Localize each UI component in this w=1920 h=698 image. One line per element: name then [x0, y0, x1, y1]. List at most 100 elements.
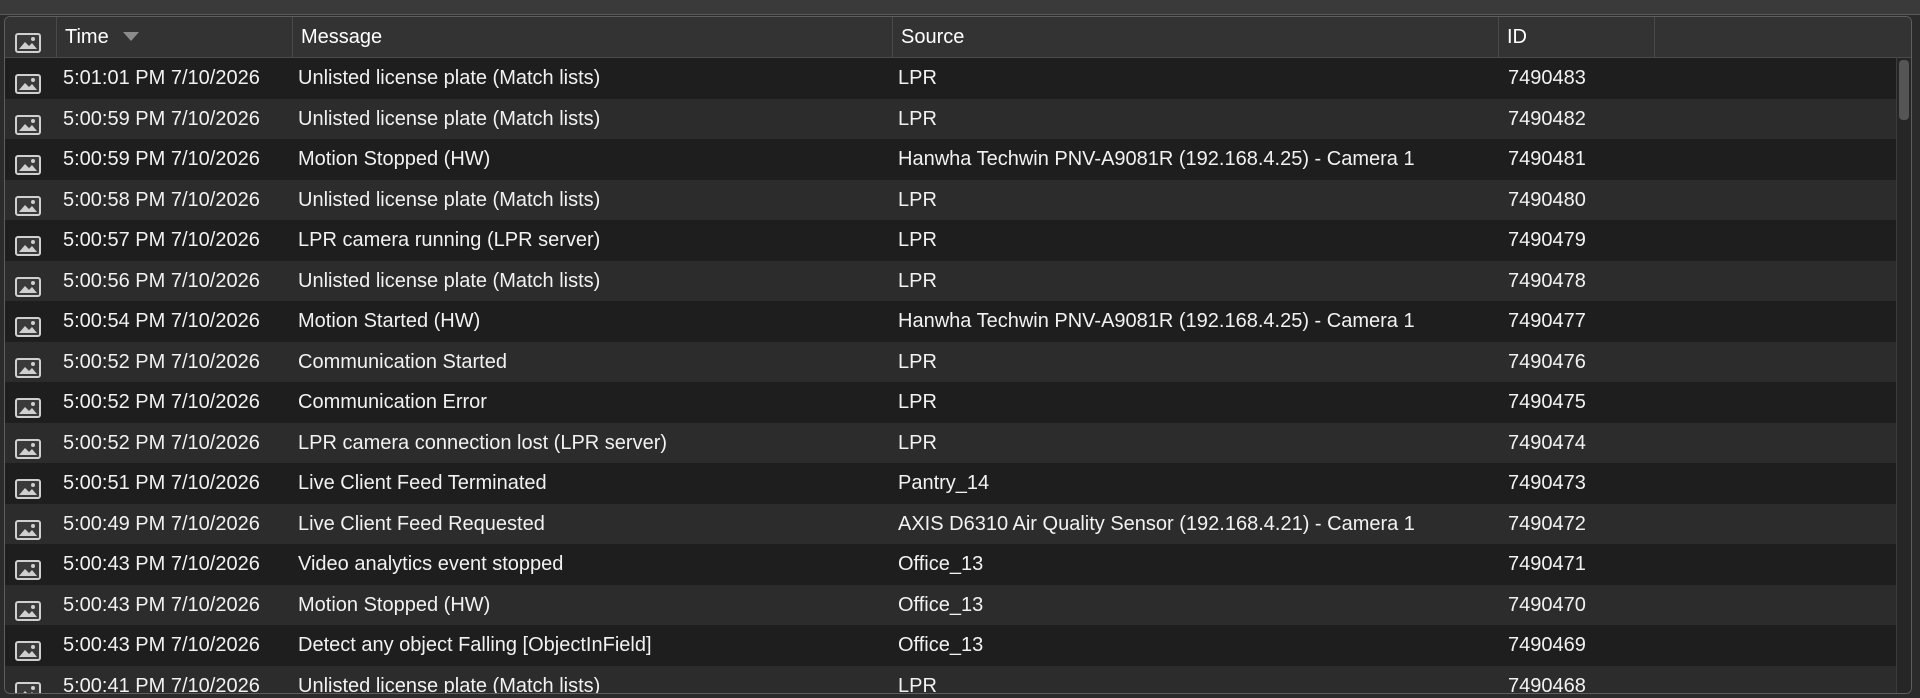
row-message: Unlisted license plate (Match lists) [298, 108, 601, 130]
vertical-scrollbar[interactable] [1896, 58, 1911, 693]
row-message: Detect any object Falling [ObjectInField… [298, 634, 652, 656]
row-time: 5:00:43 PM 7/10/2026 [63, 553, 260, 575]
table-header: Time Message Source ID [5, 17, 1911, 58]
table-row[interactable]: 5:00:51 PM 7/10/2026 Live Client Feed Ter… [5, 463, 1911, 503]
row-message: Unlisted license plate (Match lists) [298, 67, 601, 89]
image-icon [15, 473, 41, 499]
table-row[interactable]: 5:00:52 PM 7/10/2026 Communication Error L… [5, 382, 1911, 422]
row-message: LPR camera connection lost (LPR server) [298, 432, 668, 454]
row-time: 5:00:57 PM 7/10/2026 [63, 229, 260, 251]
table-row[interactable]: 5:00:52 PM 7/10/2026 LPR camera connectio… [5, 423, 1911, 463]
image-icon [15, 271, 41, 297]
row-source: LPR [898, 675, 937, 694]
row-id: 7490470 [1508, 594, 1586, 616]
row-id: 7490479 [1508, 229, 1586, 251]
image-icon [15, 27, 41, 53]
table-row[interactable]: 5:00:43 PM 7/10/2026 Motion Stopped (HW) O… [5, 585, 1911, 625]
row-source: Hanwha Techwin PNV-A9081R (192.168.4.25)… [898, 310, 1415, 332]
row-message: Unlisted license plate (Match lists) [298, 270, 601, 292]
row-source: Office_13 [898, 553, 984, 575]
row-source: Pantry_14 [898, 472, 990, 494]
row-id: 7490478 [1508, 270, 1586, 292]
top-strip [0, 0, 1920, 15]
row-image-cell[interactable] [5, 666, 57, 693]
row-image-cell[interactable] [5, 58, 57, 98]
table-row[interactable]: 5:00:59 PM 7/10/2026 Unlisted license pla… [5, 99, 1911, 139]
image-icon [15, 433, 41, 459]
row-source: Hanwha Techwin PNV-A9081R (192.168.4.25)… [898, 148, 1415, 170]
row-time: 5:00:58 PM 7/10/2026 [63, 189, 260, 211]
row-image-cell[interactable] [5, 382, 57, 422]
row-time: 5:01:01 PM 7/10/2026 [63, 67, 260, 89]
row-id: 7490477 [1508, 310, 1586, 332]
row-id: 7490473 [1508, 472, 1586, 494]
row-image-cell[interactable] [5, 342, 57, 382]
row-time: 5:00:43 PM 7/10/2026 [63, 594, 260, 616]
image-icon [15, 352, 41, 378]
scrollbar-thumb[interactable] [1899, 60, 1909, 120]
row-image-cell[interactable] [5, 220, 57, 260]
row-message: Unlisted license plate (Match lists) [298, 189, 601, 211]
image-icon [15, 595, 41, 621]
image-icon [15, 190, 41, 216]
row-message: Motion Started (HW) [298, 310, 481, 332]
table-row[interactable]: 5:00:56 PM 7/10/2026 Unlisted license pla… [5, 261, 1911, 301]
row-source: AXIS D6310 Air Quality Sensor (192.168.4… [898, 513, 1415, 535]
table-row[interactable]: 5:01:01 PM 7/10/2026 Unlisted license pla… [5, 58, 1911, 98]
header-time[interactable]: Time [57, 17, 293, 57]
row-image-cell[interactable] [5, 625, 57, 665]
row-image-cell[interactable] [5, 585, 57, 625]
row-image-cell[interactable] [5, 504, 57, 544]
row-message: Motion Stopped (HW) [298, 594, 491, 616]
row-time: 5:00:52 PM 7/10/2026 [63, 351, 260, 373]
table-row[interactable]: 5:00:57 PM 7/10/2026 LPR camera running (… [5, 220, 1911, 260]
image-icon [15, 311, 41, 337]
row-message: Communication Started [298, 351, 507, 373]
row-id: 7490481 [1508, 148, 1586, 170]
row-source: LPR [898, 229, 937, 251]
row-message: Live Client Feed Requested [298, 513, 545, 535]
row-image-cell[interactable] [5, 423, 57, 463]
header-image-column[interactable] [5, 17, 57, 57]
row-id: 7490480 [1508, 189, 1586, 211]
row-id: 7490468 [1508, 675, 1586, 694]
row-source: LPR [898, 351, 937, 373]
table-row[interactable]: 5:00:54 PM 7/10/2026 Motion Started (HW) H… [5, 301, 1911, 341]
table-row[interactable]: 5:00:59 PM 7/10/2026 Motion Stopped (HW) H… [5, 139, 1911, 179]
header-source[interactable]: Source [893, 17, 1499, 57]
table-row[interactable]: 5:00:43 PM 7/10/2026 Detect any object Fa… [5, 625, 1911, 665]
header-message[interactable]: Message [293, 17, 893, 57]
row-source: LPR [898, 108, 937, 130]
row-id: 7490482 [1508, 108, 1586, 130]
table-row[interactable]: 5:00:49 PM 7/10/2026 Live Client Feed Req… [5, 504, 1911, 544]
header-id[interactable]: ID [1499, 17, 1655, 57]
table-row[interactable]: 5:00:41 PM 7/10/2026 Unlisted license pla… [5, 666, 1911, 694]
header-time-label: Time [65, 26, 109, 48]
row-image-cell[interactable] [5, 463, 57, 503]
table-row[interactable]: 5:00:58 PM 7/10/2026 Unlisted license pla… [5, 180, 1911, 220]
row-time: 5:00:59 PM 7/10/2026 [63, 148, 260, 170]
table-row[interactable]: 5:00:52 PM 7/10/2026 Communication Starte… [5, 342, 1911, 382]
row-time: 5:00:43 PM 7/10/2026 [63, 634, 260, 656]
event-list-window: Time Message Source ID 5:01:01 PM 7/10/2… [0, 0, 1920, 698]
image-icon [15, 392, 41, 418]
row-image-cell[interactable] [5, 139, 57, 179]
event-table: Time Message Source ID 5:01:01 PM 7/10/2… [4, 16, 1912, 694]
image-icon [15, 514, 41, 540]
row-source: LPR [898, 189, 937, 211]
row-source: Office_13 [898, 594, 984, 616]
row-time: 5:00:41 PM 7/10/2026 [63, 675, 260, 694]
row-time: 5:00:59 PM 7/10/2026 [63, 108, 260, 130]
row-image-cell[interactable] [5, 544, 57, 584]
row-image-cell[interactable] [5, 99, 57, 139]
table-row[interactable]: 5:00:43 PM 7/10/2026 Video analytics even… [5, 544, 1911, 584]
row-source: LPR [898, 391, 937, 413]
row-message: Unlisted license plate (Match lists) [298, 675, 601, 694]
image-icon [15, 109, 41, 135]
row-image-cell[interactable] [5, 261, 57, 301]
row-image-cell[interactable] [5, 301, 57, 341]
row-image-cell[interactable] [5, 180, 57, 220]
sort-descending-icon [122, 32, 139, 42]
row-id: 7490469 [1508, 634, 1586, 656]
image-icon [15, 554, 41, 580]
